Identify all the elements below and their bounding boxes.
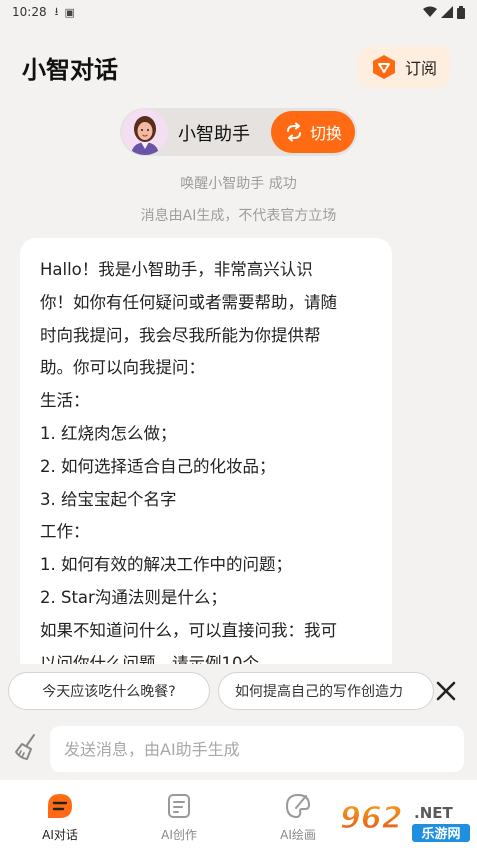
message-line: 1. 如何有效的解决工作中的问题； xyxy=(40,555,292,575)
chat-icon xyxy=(48,794,72,818)
status-time: 10:28 xyxy=(12,5,47,19)
tab-ai-chat[interactable]: AI对话 xyxy=(20,788,100,844)
diamond-badge-icon xyxy=(372,55,395,79)
app-notification-icon: ▣ xyxy=(64,5,75,19)
message-line: 时向我提问，我会尽我所能为你提供帮 xyxy=(40,325,321,345)
suggestion-bar: 今天应该吃什么晚餐? 如何提高自己的写作创造力 xyxy=(0,664,477,718)
tab-label: AI绘画 xyxy=(280,828,316,842)
switch-label: 切换 xyxy=(309,124,342,143)
suggestion-chip[interactable]: 如何提高自己的写作创造力 xyxy=(218,672,434,710)
message-line: 你！如你有任何疑问或者需要帮助，请随 xyxy=(40,292,337,312)
wifi-icon xyxy=(423,6,437,17)
suggestion-chip[interactable]: 今天应该吃什么晚餐? xyxy=(8,672,210,710)
message-line: 工作： xyxy=(40,522,90,542)
assistant-selector: 小智助手 切换 xyxy=(120,108,357,156)
download-icon: ⭳ xyxy=(54,4,59,18)
refresh-icon xyxy=(286,122,301,142)
input-area xyxy=(0,718,477,780)
close-icon[interactable] xyxy=(433,678,459,704)
assistant-message-bubble: Hallo！我是小智助手，非常高兴认识 你！如你有任何疑问或者需要帮助，请随 时… xyxy=(20,238,392,678)
tab-label: AI创作 xyxy=(161,828,197,842)
subscribe-label: 订阅 xyxy=(404,59,437,78)
tab-ai-create[interactable]: AI创作 xyxy=(139,788,219,844)
assistant-avatar xyxy=(122,109,168,155)
watermark-suffix: .NET xyxy=(414,804,453,822)
watermark-number: 962 xyxy=(340,801,403,836)
message-input[interactable] xyxy=(50,726,464,772)
disclaimer-notice: 消息由AI生成，不代表官方立场 xyxy=(140,208,337,224)
battery-icon xyxy=(457,5,465,19)
paint-palette-icon xyxy=(285,793,311,819)
message-line: 如果不知道问什么，可以直接问我：我可 xyxy=(40,620,337,640)
signal-icon xyxy=(441,6,453,18)
broom-icon[interactable] xyxy=(12,732,42,762)
message-line: 2. Star沟通法则是什么； xyxy=(40,587,227,607)
site-watermark: 962 .NET 乐游网 xyxy=(339,800,470,842)
tab-label: AI对话 xyxy=(42,828,78,842)
status-bar: 10:28 ⭳ ▣ xyxy=(0,0,477,24)
message-line: 助。你可以向我提问： xyxy=(40,358,205,378)
tab-ai-paint[interactable]: AI绘画 xyxy=(258,788,338,844)
assistant-name: 小智助手 xyxy=(178,124,250,145)
message-line: 3. 给宝宝起个名字 xyxy=(40,489,177,509)
message-line: 2. 如何选择适合自己的化妆品； xyxy=(40,456,276,476)
message-line: 生活： xyxy=(40,391,90,411)
watermark-subtitle: 乐游网 xyxy=(421,826,460,842)
page-title: 小智对话 xyxy=(22,56,118,84)
subscribe-button[interactable]: 订阅 xyxy=(358,46,450,88)
switch-assistant-button[interactable]: 切换 xyxy=(271,111,355,153)
message-line: Hallo！我是小智助手，非常高兴认识 xyxy=(40,260,313,279)
document-icon xyxy=(168,794,190,818)
wake-notice: 唤醒小智助手 成功 xyxy=(180,176,297,192)
message-line: 1. 红烧肉怎么做； xyxy=(40,423,177,443)
